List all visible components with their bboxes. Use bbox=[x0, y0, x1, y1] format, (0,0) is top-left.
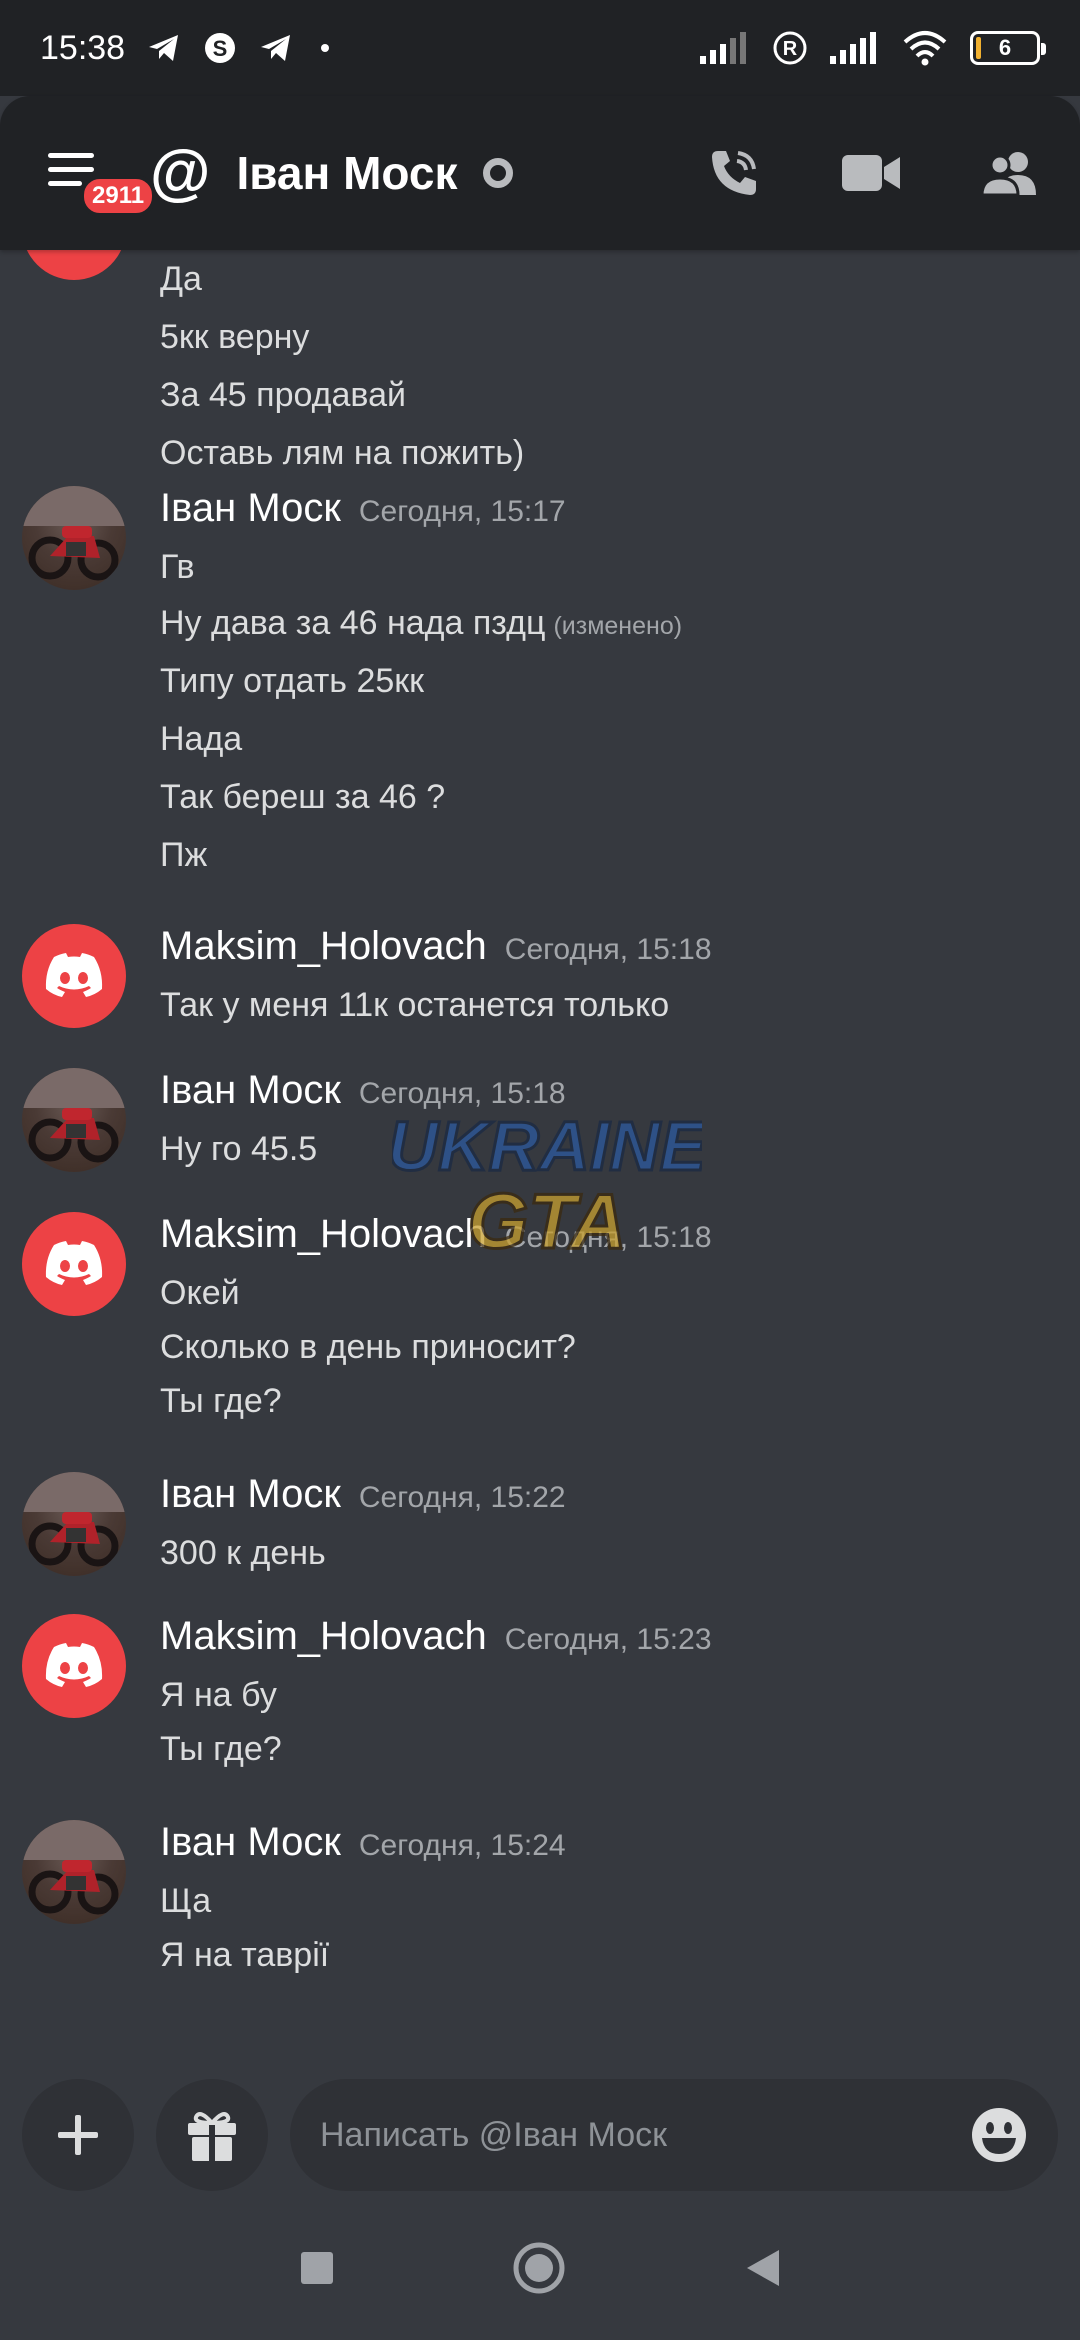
clock: 15:38 bbox=[40, 28, 126, 67]
avatar[interactable] bbox=[22, 1820, 126, 1924]
message-text: Да bbox=[160, 260, 202, 298]
message-text: Окей bbox=[160, 1274, 240, 1312]
composer-bar bbox=[0, 2070, 1080, 2200]
notification-dot-icon bbox=[315, 38, 335, 58]
video-call-button[interactable] bbox=[842, 151, 900, 195]
message-text: Ща bbox=[160, 1882, 212, 1920]
username[interactable]: Іван Моск bbox=[160, 1820, 341, 1865]
avatar[interactable] bbox=[22, 1068, 126, 1172]
watermark-logo: UKRAINE GTA bbox=[386, 1090, 710, 1267]
video-icon bbox=[842, 155, 900, 191]
plus-icon bbox=[58, 2115, 98, 2155]
message-text: Сколько в день приносит? bbox=[160, 1328, 576, 1366]
message-text: Пж bbox=[160, 836, 208, 874]
message-text: Типу отдать 25кк bbox=[160, 662, 425, 700]
voice-call-button[interactable] bbox=[706, 145, 762, 201]
message-text: Ты где? bbox=[160, 1382, 282, 1420]
battery-icon: 6 bbox=[970, 31, 1046, 65]
timestamp: Сегодня, 15:23 bbox=[504, 1623, 712, 1656]
message-text: Так у меня 11к останется только bbox=[160, 986, 670, 1024]
watermark-text: UKRAINE bbox=[392, 1107, 702, 1185]
message-text: 300 к день bbox=[160, 1534, 326, 1572]
telegram-icon bbox=[259, 33, 293, 63]
discord-logo-icon bbox=[45, 1241, 103, 1285]
status-bar: 15:38 S R 6 bbox=[0, 0, 1080, 96]
username[interactable]: Іван Моск bbox=[160, 486, 341, 531]
add-attachment-button[interactable] bbox=[22, 2079, 134, 2191]
motorcycle-photo-icon bbox=[22, 1820, 126, 1915]
avatar[interactable] bbox=[22, 1472, 126, 1576]
signal-icon bbox=[830, 32, 880, 64]
timestamp: Сегодня, 15:17 bbox=[358, 495, 566, 528]
motorcycle-photo-icon bbox=[22, 1472, 126, 1567]
message-text: Я на таврії bbox=[160, 1936, 330, 1974]
message-input-container bbox=[290, 2079, 1058, 2191]
offline-status-icon bbox=[483, 158, 514, 188]
members-icon bbox=[980, 152, 1036, 197]
recents-button[interactable] bbox=[299, 2250, 335, 2291]
signal-icon bbox=[700, 32, 750, 64]
back-button[interactable] bbox=[743, 2248, 781, 2293]
motorcycle-photo-icon bbox=[22, 486, 126, 581]
watermark-text: GTA bbox=[468, 1177, 627, 1260]
at-icon: @ bbox=[150, 138, 211, 207]
username[interactable]: Іван Моск bbox=[160, 1472, 341, 1517]
wifi-icon bbox=[902, 30, 948, 66]
members-button[interactable] bbox=[980, 149, 1040, 197]
username[interactable]: Іван Моск bbox=[160, 1068, 341, 1113]
message-text: Оставь лям на пожить) bbox=[160, 434, 525, 472]
edited-label: (изменено) bbox=[553, 612, 683, 640]
username[interactable]: Maksim_Holovach bbox=[160, 1614, 487, 1659]
channel-header: 2911 @ Іван Моск bbox=[0, 96, 1080, 250]
page-title: Іван Моск bbox=[236, 147, 458, 199]
registered-icon: R bbox=[772, 30, 808, 66]
menu-button[interactable]: 2911 bbox=[40, 143, 157, 217]
svg-text:S: S bbox=[213, 36, 228, 61]
gift-icon bbox=[188, 2112, 236, 2161]
avatar[interactable] bbox=[22, 1614, 126, 1718]
message-text: За 45 продавай bbox=[160, 376, 406, 414]
system-nav-bar bbox=[0, 2200, 1080, 2340]
discord-logo-icon bbox=[45, 953, 103, 997]
discord-logo-icon bbox=[45, 1643, 103, 1687]
avatar[interactable] bbox=[22, 250, 126, 280]
message-text: Ты где? bbox=[160, 1730, 282, 1768]
username[interactable]: Maksim_Holovach bbox=[160, 924, 487, 969]
home-circle-icon bbox=[513, 2242, 565, 2293]
message-text: Я на бу bbox=[160, 1676, 277, 1714]
battery-level: 6 bbox=[998, 35, 1012, 60]
skype-icon: S bbox=[203, 31, 237, 65]
message-text: Ну дава за 46 нада пздц (изменено) bbox=[160, 604, 683, 642]
telegram-icon bbox=[147, 33, 181, 63]
unread-badge: 2911 bbox=[80, 175, 157, 217]
discord-logo-icon bbox=[44, 250, 104, 251]
message-input[interactable] bbox=[320, 2115, 970, 2155]
emoji-icon[interactable] bbox=[970, 2106, 1028, 2164]
avatar[interactable] bbox=[22, 924, 126, 1028]
svg-text:R: R bbox=[783, 38, 798, 60]
phone-icon bbox=[712, 151, 756, 195]
message-text: Ну го 45.5 bbox=[160, 1130, 318, 1168]
avatar[interactable] bbox=[22, 1212, 126, 1316]
message-text: Нада bbox=[160, 720, 243, 758]
timestamp: Сегодня, 15:18 bbox=[504, 933, 712, 966]
timestamp: Сегодня, 15:24 bbox=[358, 1829, 566, 1862]
timestamp: Сегодня, 15:22 bbox=[358, 1481, 566, 1514]
message-text: 5кк верну bbox=[160, 318, 310, 356]
avatar[interactable] bbox=[22, 486, 126, 590]
motorcycle-photo-icon bbox=[22, 1068, 126, 1163]
home-button[interactable] bbox=[512, 2241, 566, 2300]
back-triangle-icon bbox=[747, 2249, 780, 2286]
message-text: Гв bbox=[160, 548, 195, 586]
message-text: Так береш за 46 ? bbox=[160, 778, 446, 816]
gift-button[interactable] bbox=[156, 2079, 268, 2191]
square-icon bbox=[300, 2251, 333, 2284]
menu-icon bbox=[48, 153, 94, 158]
